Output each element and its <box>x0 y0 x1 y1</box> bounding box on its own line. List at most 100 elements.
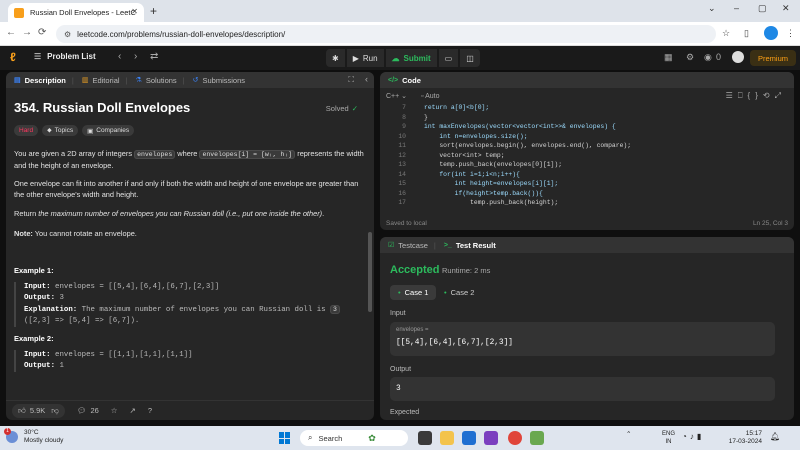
description-footer: 👍︎ 5.9K 👎︎ 💬︎ 26 ☆ ↗ ? <box>6 400 374 420</box>
minimize-button[interactable]: – <box>734 3 739 13</box>
value: The maximum number of envelopes you can … <box>77 306 331 314</box>
close-window-button[interactable]: ✕ <box>782 3 790 14</box>
shuffle-icon[interactable]: ⇄ <box>150 51 158 62</box>
editorial-icon: ▥ <box>81 77 89 84</box>
output-box: 3 <box>390 377 775 401</box>
tab-description[interactable]: ▤ Description <box>14 76 66 85</box>
chrome-icon[interactable] <box>508 431 522 445</box>
run-button[interactable]: ▶ Run <box>346 49 384 67</box>
topics-button[interactable]: ⬥ Topics <box>42 125 79 136</box>
streak-fire-icon[interactable]: ◉ <box>704 52 712 63</box>
menu-icon[interactable]: ⋮ <box>786 28 795 39</box>
problem-title[interactable]: 354. Russian Doll Envelopes <box>14 100 190 115</box>
auto-label: Auto <box>425 92 440 100</box>
weather-temp: 30°C <box>24 429 39 436</box>
like-button[interactable]: 👍︎ 5.9K 👎︎ <box>12 403 65 418</box>
code-line[interactable]: 13 temp.push_back(envelopes[0][1]); <box>380 161 794 171</box>
comment-icon[interactable]: 💬︎ <box>77 406 87 415</box>
code-line[interactable]: 14 for(int i=1;i<n;i++){ <box>380 171 794 181</box>
tab-code[interactable]: </> Code <box>388 76 421 85</box>
value: 3 <box>55 294 64 302</box>
back-button[interactable]: ← <box>6 27 16 38</box>
language-indicator[interactable]: ENG IN <box>662 430 675 446</box>
notification-bell-icon[interactable]: 🔔︎ <box>770 432 780 441</box>
forward-button[interactable]: → <box>22 27 32 38</box>
case-2-tab[interactable]: • Case 2 <box>436 285 482 300</box>
tab-test-result[interactable]: >_ Test Result <box>444 241 496 250</box>
code-line[interactable]: 16 if(height>temp.back()){ <box>380 190 794 200</box>
profile-avatar[interactable] <box>764 26 778 40</box>
scrollbar[interactable] <box>368 232 372 312</box>
task-view-icon[interactable] <box>418 431 432 445</box>
code-line[interactable]: 7 return a[0]<b[0]; <box>380 104 794 114</box>
code-line[interactable]: 11 sort(envelopes.begin(), envelopes.end… <box>380 142 794 152</box>
tab-submissions[interactable]: ↺ Submissions <box>193 76 245 85</box>
text: You are given a 2D array of integers <box>14 149 135 158</box>
case-label: Case 2 <box>450 288 475 297</box>
example-1-heading: Example 1: <box>14 266 54 275</box>
expand-icon[interactable]: ⛶ <box>348 75 354 85</box>
auto-toggle[interactable]: ▫ Auto <box>421 93 439 100</box>
taskbar-search[interactable]: ⌕ Search ✿ <box>300 430 408 446</box>
new-tab-button[interactable]: + <box>150 4 157 18</box>
address-bar[interactable]: ⚙ leetcode.com/problems/russian-doll-env… <box>56 25 716 43</box>
code-editor[interactable]: 7 return a[0]<b[0]; 8} 9 int maxEnvelopes(ve… <box>380 104 794 214</box>
file-explorer-icon[interactable] <box>440 431 454 445</box>
reload-button[interactable]: ⟳ <box>38 27 46 38</box>
expected-label: Expected <box>390 409 420 416</box>
close-tab-icon[interactable]: ✕ <box>131 7 138 16</box>
code-line[interactable]: 8} <box>380 114 794 124</box>
collapse-icon[interactable]: ‹ <box>365 74 368 84</box>
app-icon[interactable] <box>530 431 544 445</box>
tab-testcase[interactable]: ☑ Testcase <box>388 241 428 250</box>
code-line[interactable]: 17 temp.push_back(height); <box>380 199 794 209</box>
companies-button[interactable]: ▣ Companies <box>82 125 135 136</box>
editor-actions[interactable]: ☰⎕{}⟲⤢ <box>726 91 786 101</box>
notes-button[interactable]: ▭ <box>438 49 459 67</box>
case-1-tab[interactable]: • Case 1 <box>390 285 437 300</box>
prev-problem-icon[interactable]: ‹ <box>118 51 121 62</box>
note-label: Note: <box>14 229 33 238</box>
problem-list-button[interactable]: ☰ Problem List <box>34 52 96 61</box>
thumbs-down-icon[interactable]: 👎︎ <box>51 406 59 416</box>
language-value: C++ <box>386 93 400 100</box>
visual-studio-icon[interactable] <box>484 431 498 445</box>
weather-text: 30°C Mostly cloudy <box>24 429 63 445</box>
code-line[interactable]: 15 int height=envelopes[i][1]; <box>380 180 794 190</box>
next-problem-icon[interactable]: › <box>134 51 137 62</box>
language-select[interactable]: C++ ⌄ <box>386 92 407 100</box>
maximize-button[interactable]: ▢ <box>758 3 767 14</box>
code-line[interactable]: 12 vector<int> temp; <box>380 152 794 162</box>
tab-solutions[interactable]: ⚗ Solutions <box>136 76 177 85</box>
premium-button[interactable]: Premium <box>750 50 796 66</box>
tab-search-icon[interactable]: ⌄ <box>708 3 716 14</box>
user-avatar[interactable] <box>732 51 744 63</box>
code-line[interactable]: 10 int n=envelopes.size(); <box>380 133 794 143</box>
code-line[interactable]: 9 int maxEnvelopes(vector<vector<int>>& e… <box>380 123 794 133</box>
bookmark-star-icon[interactable]: ☆ <box>722 28 730 39</box>
share-icon[interactable]: ↗ <box>130 406 136 415</box>
tab-testcase-label: Testcase <box>398 240 428 250</box>
help-icon[interactable]: ? <box>148 406 152 415</box>
settings-icon[interactable]: ⚙ <box>686 52 694 63</box>
example-1-explanation-2: ([2,3] => [5,4] => [6,7]). <box>24 317 140 325</box>
tray-overflow-icon[interactable]: ⌃ <box>626 430 631 438</box>
star-icon[interactable]: ☆ <box>111 406 118 415</box>
windows-start-icon[interactable] <box>279 432 291 444</box>
tab-editorial[interactable]: ▥ Editorial <box>82 76 120 85</box>
feedback-button[interactable]: ◫ <box>460 49 480 67</box>
lock-icon: ▣ <box>87 127 94 135</box>
description-icon: ▤ <box>14 77 21 84</box>
terminal-icon: >_ <box>443 241 452 249</box>
leetcode-logo-icon[interactable]: ℓ <box>10 50 22 64</box>
browser-tab[interactable]: Russian Doll Envelopes - LeetC ✕ <box>8 3 144 22</box>
clock[interactable]: 15:17 17-03-2024 <box>722 430 762 446</box>
side-panel-icon[interactable]: ▯ <box>744 28 749 39</box>
vscode-icon[interactable] <box>462 431 476 445</box>
layout-icon[interactable]: ▦ <box>664 52 673 63</box>
submit-button[interactable]: ☁ Submit <box>385 49 437 67</box>
system-tray-icons[interactable]: ◔♪▮ <box>682 432 704 441</box>
site-info-icon[interactable]: ⚙ <box>64 30 71 39</box>
debug-button[interactable]: ✱ <box>326 49 345 67</box>
weather-widget[interactable]: 1 30°C Mostly cloudy <box>4 428 63 445</box>
